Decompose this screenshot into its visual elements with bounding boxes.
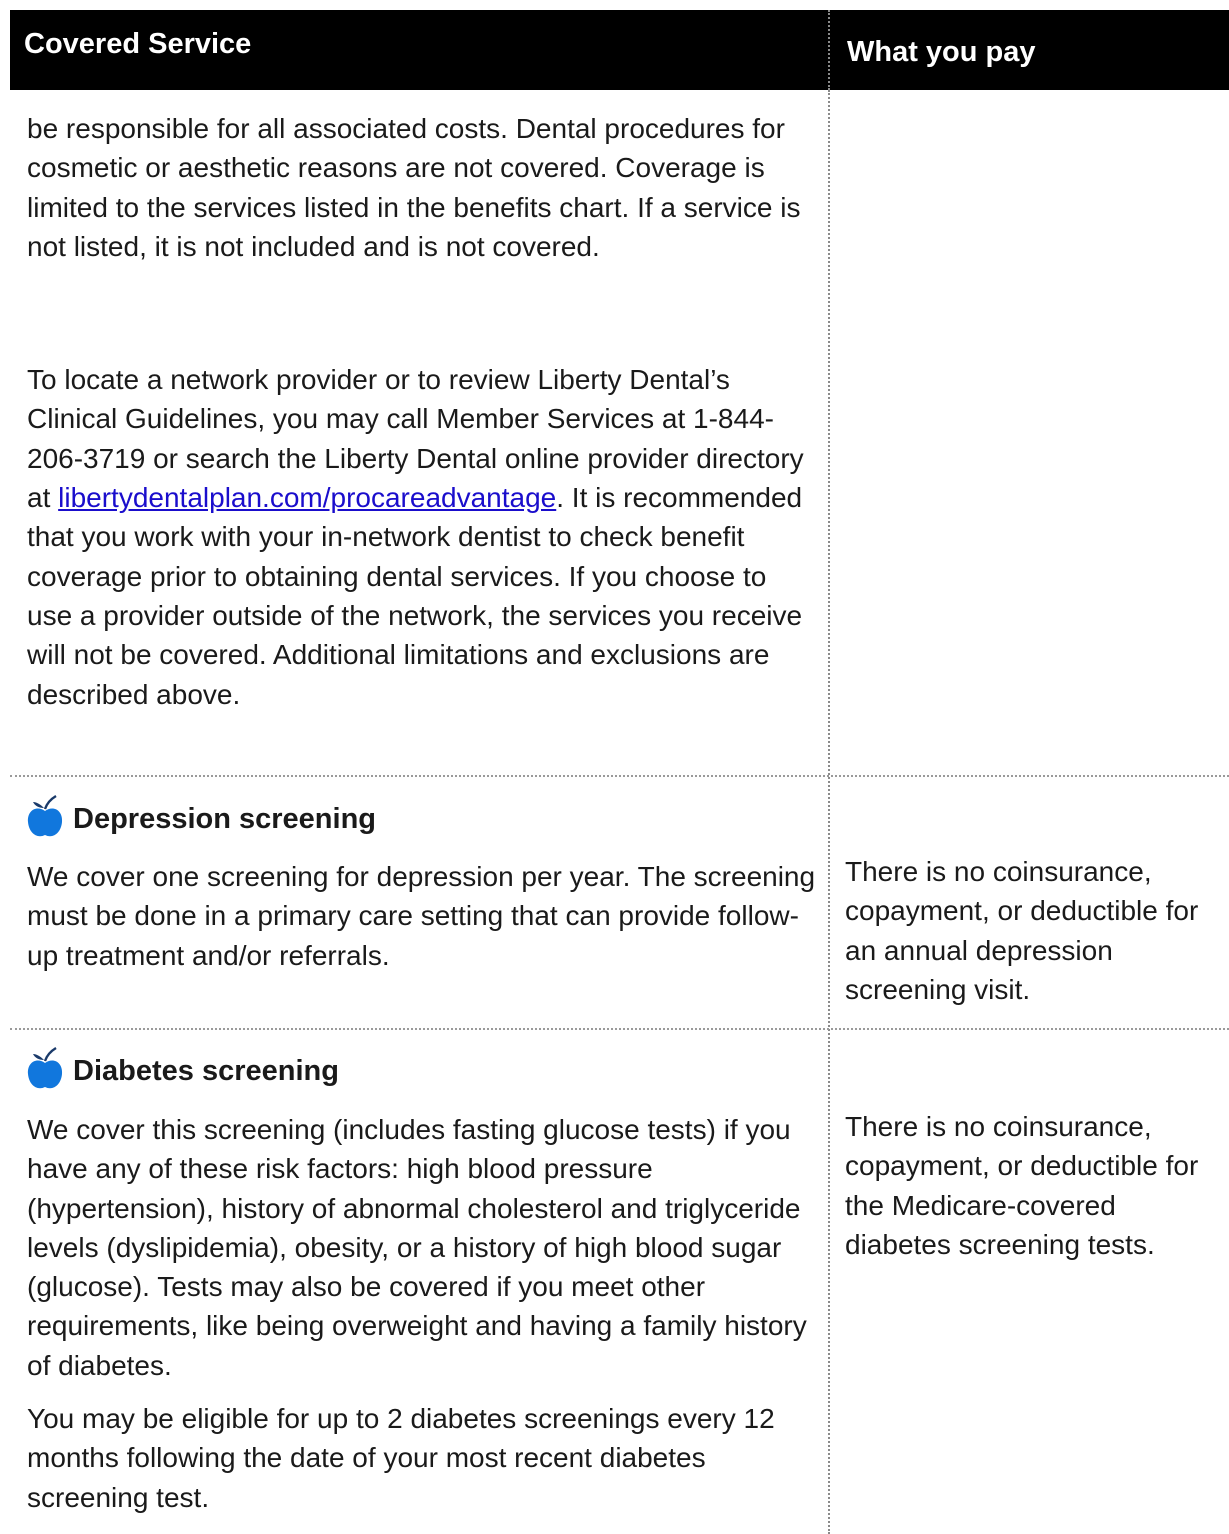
apple-icon [27, 794, 63, 837]
column-divider [828, 90, 830, 1534]
diabetes-cost: There is no coinsurance, copayment, or d… [845, 1111, 1199, 1260]
depression-description: We cover one screening for depression pe… [27, 861, 816, 971]
dental-paragraph-2: To locate a network provider or to revie… [27, 360, 817, 714]
row-separator [10, 1028, 1229, 1030]
liberty-dental-link[interactable]: libertydentalplan.com/procareadvantage [58, 482, 556, 513]
diabetes-description: We cover this screening (includes fastin… [27, 1114, 807, 1381]
dental-paragraph-1: be responsible for all associated costs.… [27, 113, 801, 262]
header-divider [828, 10, 830, 90]
apple-icon [27, 1046, 63, 1089]
dental-paragraph-2-rest: . It is recommended that you work with y… [27, 482, 803, 710]
row-separator [10, 775, 1229, 777]
diabetes-title: Diabetes screening [73, 1055, 339, 1087]
header-covered-service: Covered Service [24, 28, 252, 60]
depression-title: Depression screening [73, 803, 376, 835]
diabetes-eligibility: You may be eligible for up to 2 diabetes… [27, 1403, 775, 1513]
benefits-table: Covered Service What you pay be responsi… [0, 0, 1229, 1534]
dental-continued-cell: be responsible for all associated costs.… [27, 109, 817, 714]
depression-cost: There is no coinsurance, copayment, or d… [845, 856, 1199, 1005]
table-header: Covered Service What you pay [10, 10, 1229, 90]
header-what-you-pay: What you pay [847, 36, 1036, 68]
diabetes-description-cell: We cover this screening (includes fastin… [27, 1110, 817, 1517]
